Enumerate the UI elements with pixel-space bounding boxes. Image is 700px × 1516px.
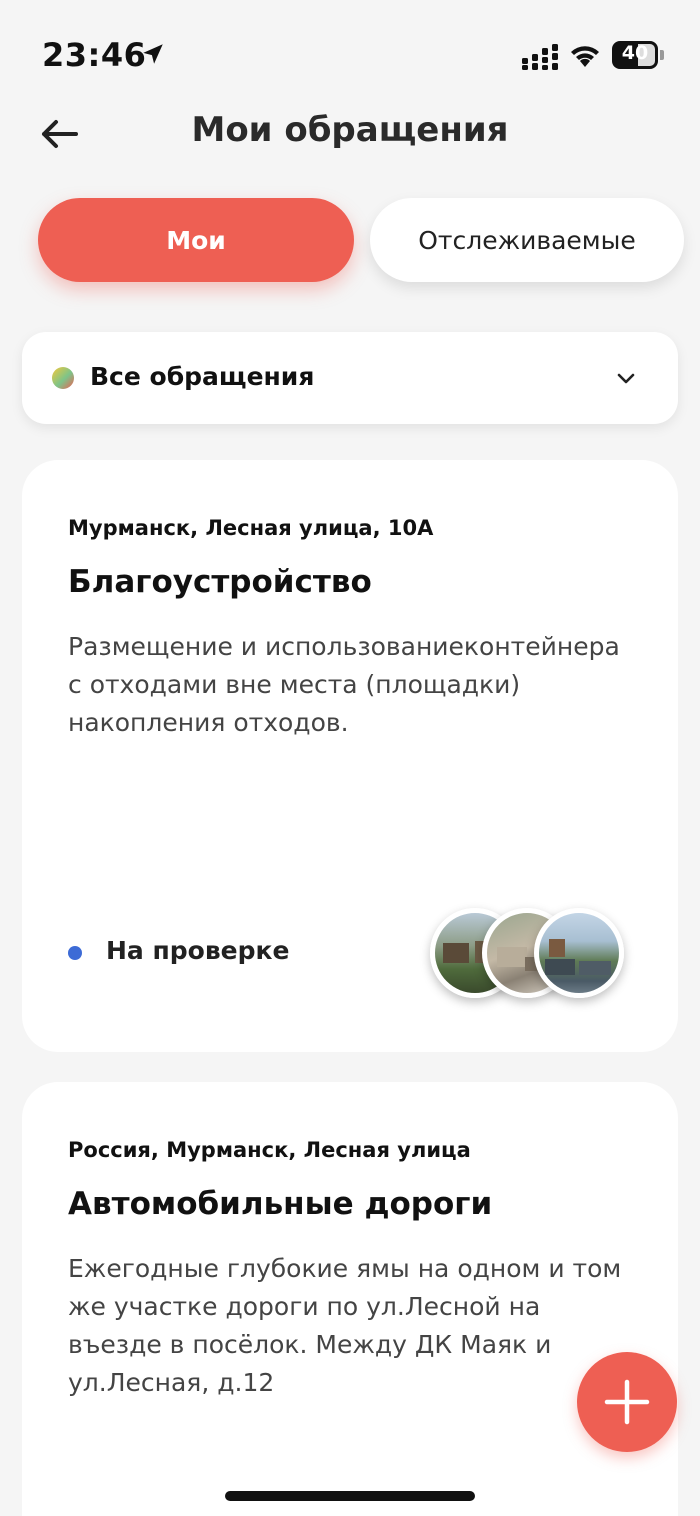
appeal-card[interactable]: Россия, Мурманск, Лесная улица Автомобил…	[22, 1082, 678, 1516]
status-dot	[68, 946, 82, 960]
appeal-address: Россия, Мурманск, Лесная улица	[68, 1138, 471, 1162]
filter-dropdown[interactable]: Все обращения	[22, 332, 678, 424]
status-time: 23:46	[42, 36, 147, 74]
appeal-category: Благоустройство	[68, 564, 372, 600]
battery-icon: 40	[612, 41, 664, 69]
tab-tracked[interactable]: Отслеживаемые	[370, 198, 684, 282]
appeal-status: На проверке	[106, 936, 290, 965]
page-title: Мои обращения	[191, 110, 509, 150]
tab-mine-label: Мои	[166, 225, 226, 255]
appeal-photo-thumbnail[interactable]	[534, 908, 624, 998]
appeal-card[interactable]: Мурманск, Лесная улица, 10А Благоустройс…	[22, 460, 678, 1052]
filter-status-dot	[52, 367, 74, 389]
filter-label: Все обращения	[90, 362, 315, 391]
appeal-description: Размещение и использованиеконтейнера с о…	[68, 632, 620, 737]
chevron-down-icon	[617, 373, 635, 384]
tab-mine[interactable]: Мои	[38, 198, 354, 282]
signal-icon	[522, 44, 558, 70]
location-arrow-icon	[143, 44, 163, 64]
add-appeal-button[interactable]	[577, 1352, 677, 1452]
plus-icon	[604, 1379, 650, 1425]
tab-tracked-label: Отслеживаемые	[418, 225, 636, 255]
battery-level: 40	[621, 42, 649, 64]
appeal-address: Мурманск, Лесная улица, 10А	[68, 516, 434, 540]
home-indicator	[225, 1491, 475, 1501]
appeal-category: Автомобильные дороги	[68, 1186, 493, 1222]
appeal-description: Ежегодные глубокие ямы на одном и том же…	[68, 1254, 622, 1397]
wifi-icon	[571, 46, 599, 67]
status-bar: 23:46 40	[0, 0, 700, 100]
